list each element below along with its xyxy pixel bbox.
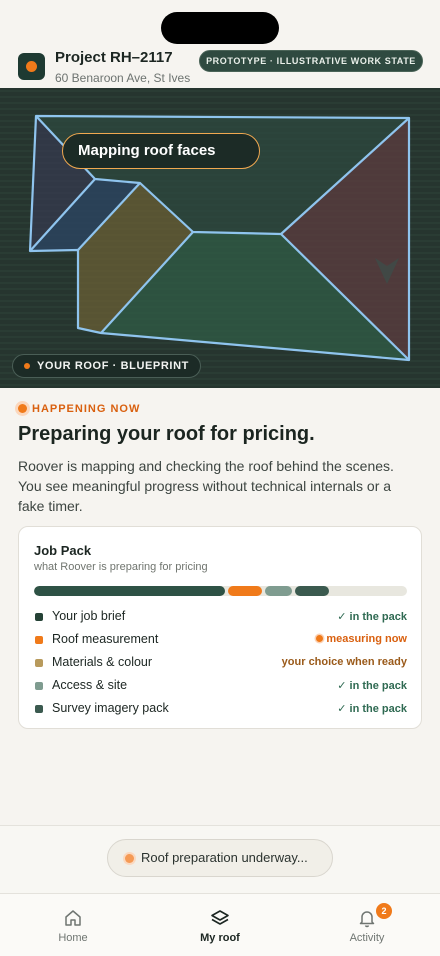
- item-status: ✓ in the pack: [337, 679, 407, 692]
- item-status: your choice when ready: [282, 656, 407, 668]
- job-pack-item: Your job brief ✓ in the pack: [34, 609, 407, 625]
- bottom-tab-bar: Home My roof 2 Activity: [0, 893, 440, 956]
- job-pack-item: Access & site ✓ in the pack: [34, 678, 407, 694]
- tab-activity-label: Activity: [349, 932, 385, 944]
- item-status-text: in the pack: [349, 703, 407, 715]
- item-name: Access & site: [52, 678, 128, 692]
- job-pack-item: Roof measurement measuring now: [34, 632, 407, 648]
- item-status: measuring now: [316, 633, 407, 645]
- item-status: ✓ in the pack: [337, 610, 407, 623]
- progress-segment: [265, 586, 292, 596]
- pulse-dot-icon: [316, 635, 324, 642]
- item-color-dot: [35, 636, 43, 644]
- tab-my-roof-label: My roof: [200, 932, 240, 944]
- device-notch: [161, 12, 279, 44]
- progress-segment: [34, 586, 225, 596]
- item-name: Your job brief: [52, 609, 126, 623]
- status-footer: Roof preparation underway...: [0, 825, 440, 893]
- item-color-dot: [35, 682, 43, 690]
- status-description: Roover is mapping and checking the roof …: [18, 458, 394, 514]
- mapping-status-pill: Mapping roof faces: [62, 133, 260, 169]
- page-title: Preparing your roof for pricing.: [18, 423, 315, 445]
- job-pack-progress-bar: [34, 586, 407, 596]
- project-address: 60 Benaroon Ave, St Ives: [55, 71, 191, 85]
- prototype-badge: PROTOTYPE · ILLUSTRATIVE WORK STATE: [199, 50, 423, 72]
- blueprint-chip[interactable]: YOUR ROOF · BLUEPRINT: [12, 354, 201, 378]
- item-color-dot: [35, 613, 43, 621]
- happening-now-label: HAPPENING NOW: [18, 403, 140, 415]
- project-title: Project RH–2117: [55, 49, 173, 66]
- item-color-dot: [35, 659, 43, 667]
- item-status-text: measuring now: [326, 633, 407, 645]
- notification-badge: 2: [376, 903, 392, 919]
- app-logo[interactable]: [18, 53, 45, 80]
- progress-segment: [228, 586, 262, 596]
- item-status: ✓ in the pack: [337, 702, 407, 715]
- layers-icon: [211, 910, 229, 925]
- job-pack-title: Job Pack: [34, 543, 92, 558]
- happening-now-text: HAPPENING NOW: [32, 403, 141, 415]
- item-status-text: your choice when ready: [281, 656, 407, 668]
- check-icon: ✓: [337, 703, 350, 715]
- live-dot-icon: [18, 404, 27, 413]
- roof-blueprint-view[interactable]: Mapping roof faces YOUR ROOF · BLUEPRINT: [0, 88, 440, 388]
- item-status-text: in the pack: [349, 680, 407, 692]
- item-color-dot: [35, 705, 43, 713]
- job-pack-item: Survey imagery pack ✓ in the pack: [34, 701, 407, 717]
- check-icon: ✓: [337, 611, 350, 623]
- item-status-text: in the pack: [349, 611, 407, 623]
- item-name: Materials & colour: [52, 655, 153, 669]
- tab-home-label: Home: [58, 932, 88, 944]
- tab-home[interactable]: Home: [18, 894, 128, 956]
- home-icon: [65, 910, 81, 926]
- job-pack-subtitle: what Roover is preparing for pricing: [34, 561, 208, 573]
- item-name: Survey imagery pack: [52, 701, 169, 715]
- tab-activity[interactable]: 2 Activity: [312, 894, 422, 956]
- bell-icon: [359, 911, 375, 928]
- tab-my-roof[interactable]: My roof: [165, 894, 275, 956]
- job-pack-card: Job Pack what Roover is preparing for pr…: [18, 526, 422, 729]
- progress-segment: [295, 586, 329, 596]
- roof-preparation-pill[interactable]: Roof preparation underway...: [107, 839, 333, 877]
- check-icon: ✓: [337, 680, 350, 692]
- project-header: Project RH–2117 60 Benaroon Ave, St Ives…: [0, 46, 440, 88]
- item-name: Roof measurement: [52, 632, 159, 646]
- job-pack-item: Materials & colour your choice when ready: [34, 655, 407, 671]
